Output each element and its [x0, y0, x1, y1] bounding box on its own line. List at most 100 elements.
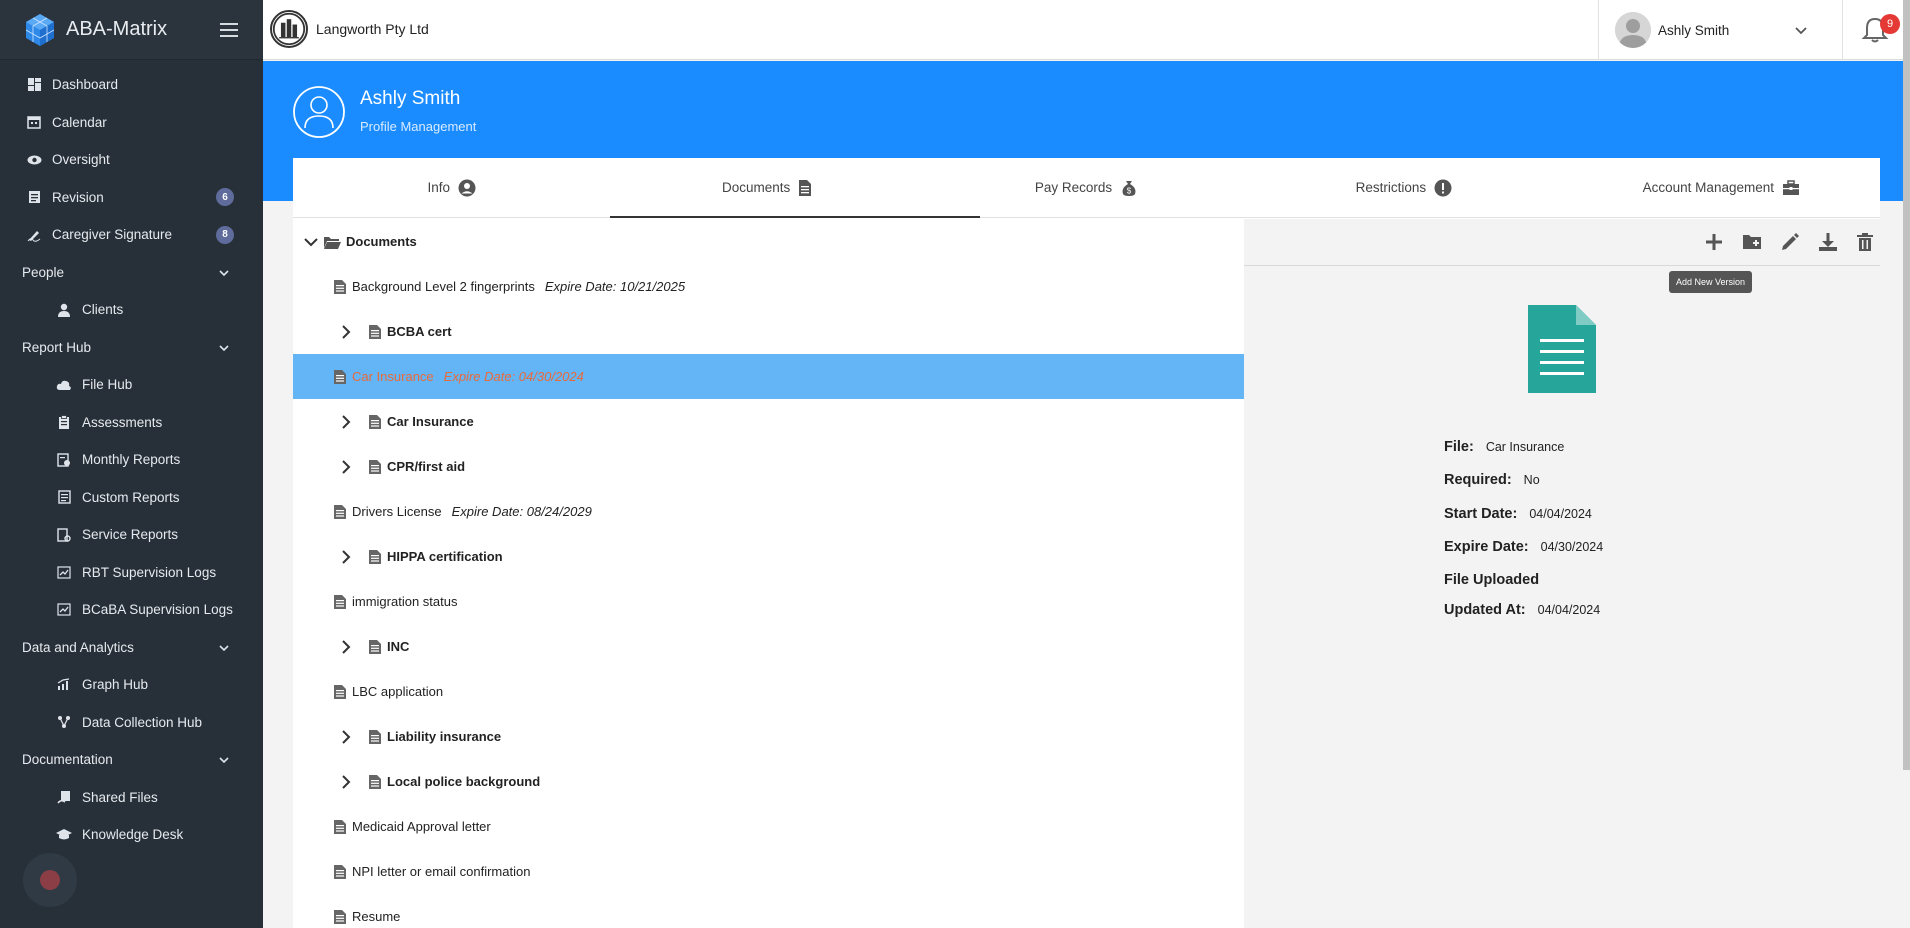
tree-root-label: Documents — [346, 234, 417, 249]
sidebar-item-graph-hub[interactable]: Graph Hub — [0, 666, 263, 704]
sidebar-item-label: BCaBA Supervision Logs — [82, 602, 233, 618]
tree-folder-row[interactable]: Liability insurance — [293, 714, 1244, 759]
tree-file-label: Background Level 2 fingerprints — [352, 279, 535, 294]
tree-file-label: NPI letter or email confirmation — [352, 864, 531, 879]
sidebar-item-label: Service Reports — [82, 527, 179, 543]
tree-file-row[interactable]: Drivers License Expire Date: 08/24/2029 — [293, 489, 1244, 534]
file-icon — [334, 369, 346, 384]
briefcase-icon — [1782, 179, 1800, 197]
page-scrollbar[interactable] — [1903, 0, 1910, 770]
file-icon — [334, 909, 346, 924]
sidebar-item-data-collection-hub[interactable]: Data Collection Hub — [0, 704, 263, 742]
download-button[interactable] — [1817, 231, 1839, 253]
chevron-right-icon[interactable] — [338, 459, 354, 475]
sidebar-section-people[interactable]: People — [0, 254, 263, 292]
sidebar-section-data-and-analytics[interactable]: Data and Analytics — [0, 629, 263, 667]
tree-file-row[interactable]: immigration status — [293, 579, 1244, 624]
add-new-version-button[interactable] — [1703, 231, 1725, 253]
sidebar-item-label: Calendar — [52, 114, 107, 130]
sidebar-item-revision[interactable]: Revision 6 — [0, 179, 263, 217]
chevron-right-icon[interactable] — [338, 774, 354, 790]
sidebar-item-label: Knowledge Desk — [82, 827, 184, 843]
tree-file-row[interactable]: LBC application — [293, 669, 1244, 714]
add-folder-button[interactable] — [1741, 231, 1763, 253]
sidebar-item-calendar[interactable]: Calendar — [0, 104, 263, 142]
file-icon — [369, 729, 381, 744]
sidebar-item-caregiver-signature[interactable]: Caregiver Signature 8 — [0, 216, 263, 254]
chevron-right-icon[interactable] — [338, 729, 354, 745]
tree-folder-row[interactable]: HIPPA certification — [293, 534, 1244, 579]
tab-label: Pay Records — [1034, 180, 1113, 195]
tree-folder-label: Liability insurance — [387, 729, 502, 744]
tree-file-label: Drivers License — [352, 504, 442, 519]
user-name: Ashly Smith — [1658, 22, 1730, 38]
clipboard-icon — [56, 414, 72, 430]
chevron-right-icon[interactable] — [338, 639, 354, 655]
meta-start-date: Start Date: 04/04/2024 — [1444, 506, 1592, 522]
sidebar-item-shared-files[interactable]: Shared Files — [0, 779, 263, 817]
file-icon — [334, 819, 346, 834]
tree-folder-row[interactable]: Car Insurance — [293, 399, 1244, 444]
company-switcher[interactable]: Langworth Pty Ltd — [270, 10, 429, 48]
tab-account-management[interactable]: Account Management — [1563, 158, 1880, 217]
sidebar-item-file-hub[interactable]: File Hub — [0, 366, 263, 404]
sidebar-item-knowledge-desk[interactable]: Knowledge Desk — [0, 816, 263, 854]
meta-expire-value: 04/30/2024 — [1540, 540, 1604, 554]
chart-log-icon — [56, 602, 72, 618]
chevron-right-icon[interactable] — [338, 414, 354, 430]
chevron-right-icon[interactable] — [338, 324, 354, 340]
tree-file-label: Resume — [352, 909, 401, 924]
tab-label: Account Management — [1642, 180, 1774, 195]
sidebar-section-documentation[interactable]: Documentation — [0, 741, 263, 779]
tab-label: Restrictions — [1355, 180, 1427, 195]
chat-dot-icon — [40, 870, 60, 890]
sidebar-item-service-reports[interactable]: Service Reports — [0, 516, 263, 554]
tab-documents[interactable]: Documents — [610, 158, 981, 218]
user-menu[interactable]: Ashly Smith — [1598, 0, 1843, 60]
edit-pencil-button[interactable] — [1779, 231, 1801, 253]
tree-folder-row[interactable]: BCBA cert — [293, 309, 1244, 354]
tree-file-row[interactable]: Resume — [293, 894, 1244, 928]
file-icon — [369, 774, 381, 789]
sidebar-item-label: Data Collection Hub — [82, 714, 203, 730]
exclamation-icon — [1434, 179, 1452, 197]
graduation-icon — [56, 827, 72, 843]
tree-folder-row[interactable]: CPR/first aid — [293, 444, 1244, 489]
scrollbar-thumb[interactable] — [1903, 0, 1910, 770]
meta-updated-value: 04/04/2024 — [1537, 603, 1601, 617]
tree-file-row[interactable]: Medicaid Approval letter — [293, 804, 1244, 849]
sidebar-item-bcaba-supervision-logs[interactable]: BCaBA Supervision Logs — [0, 591, 263, 629]
tree-file-row[interactable]: NPI letter or email confirmation — [293, 849, 1244, 894]
sidebar-item-label: Assessments — [82, 414, 163, 430]
tree-root-folder[interactable]: Documents — [293, 219, 1244, 264]
sidebar-item-monthly-reports[interactable]: Monthly Reports — [0, 441, 263, 479]
svg-text:$: $ — [1127, 186, 1132, 195]
tree-file-label: Car Insurance — [352, 369, 434, 384]
sidebar-item-oversight[interactable]: Oversight — [0, 141, 263, 179]
sidebar-item-custom-reports[interactable]: Custom Reports — [0, 479, 263, 517]
brand: ABA-Matrix — [0, 0, 263, 60]
chevron-right-icon[interactable] — [338, 549, 354, 565]
tab-pay-records[interactable]: Pay Records $ — [928, 158, 1245, 217]
tree-folder-row[interactable]: Local police background — [293, 759, 1244, 804]
tree-file-row[interactable]: Background Level 2 fingerprints Expire Da… — [293, 264, 1244, 309]
chevron-down-icon[interactable] — [303, 234, 319, 250]
sidebar-item-clients[interactable]: Clients — [0, 291, 263, 329]
tab-info[interactable]: Info — [293, 158, 610, 217]
sidebar-item-rbt-supervision-logs[interactable]: RBT Supervision Logs — [0, 554, 263, 592]
tab-restrictions[interactable]: Restrictions — [1245, 158, 1562, 217]
delete-trash-button[interactable] — [1854, 231, 1876, 253]
hamburger-menu-icon[interactable] — [217, 18, 241, 42]
tree-file-row-selected[interactable]: Car Insurance Expire Date: 04/30/2024 — [293, 354, 1244, 399]
sidebar-section-report-hub[interactable]: Report Hub — [0, 329, 263, 367]
meta-uploaded-label: File Uploaded — [1444, 572, 1540, 588]
notifications-button[interactable]: 9 — [1858, 12, 1900, 48]
chevron-down-icon — [219, 644, 229, 651]
tree-folder-row[interactable]: INC — [293, 624, 1244, 669]
money-bag-icon: $ — [1120, 179, 1138, 197]
sidebar-item-assessments[interactable]: Assessments — [0, 404, 263, 442]
meta-file-uploaded: File Uploaded — [1444, 572, 1539, 588]
sidebar-item-dashboard[interactable]: Dashboard — [0, 66, 263, 104]
sidebar-nav: Dashboard Calendar Oversight Revision 6 … — [0, 60, 263, 854]
chat-launcher-button[interactable] — [23, 853, 77, 907]
